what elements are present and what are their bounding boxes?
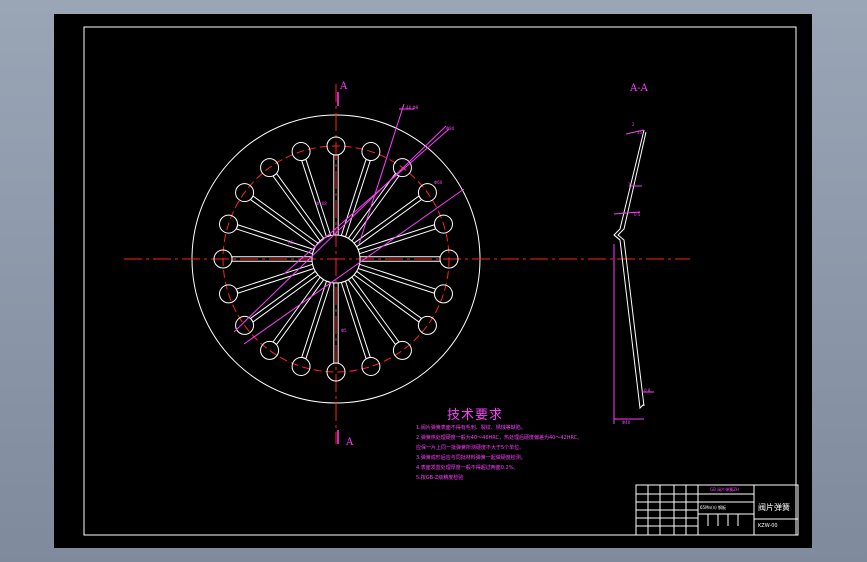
- requirements-title: 技术要求: [447, 408, 504, 423]
- dimension-label: Φ5: [341, 328, 347, 333]
- requirement-item: 应保一片上同一批弹簧所测硬度不大于5个单位。: [416, 445, 525, 451]
- leader-lines: [233, 103, 465, 345]
- petal-slot: [301, 158, 332, 238]
- dimension-label: 1: [628, 182, 631, 187]
- dimension-label: 0.5: [634, 212, 641, 217]
- petal-slot: [347, 172, 400, 242]
- dimension-label: Φ60: [434, 180, 443, 185]
- petal-slot: [235, 263, 315, 294]
- title-block-material: 65Mn(n) 钢板: [700, 505, 727, 510]
- petal-end-hole: [291, 356, 311, 376]
- dimension-label: R5: [288, 240, 294, 245]
- section-mark-bottom: A: [346, 437, 354, 448]
- dimension-label: 0.8: [644, 388, 651, 393]
- title-block-reference: GB 阀片弹簧ZH: [710, 487, 739, 492]
- requirement-item: 3.弹簧成形后应与同批材料弹簧一起做硬度检测。: [416, 455, 526, 461]
- requirement-item: 4.表面发蓝处理厚度一般不得超过两面0.2%。: [416, 465, 519, 471]
- petal-slot: [340, 158, 371, 238]
- petal-slot: [347, 276, 400, 346]
- petal-slot: [249, 195, 319, 248]
- drawing-sheet: A A A-A 4X Φ8 Φ80 Φ60 Φ108 R5 Φ5 2 1 0.5…: [54, 14, 812, 548]
- dimension-label: 2: [632, 122, 635, 127]
- petal-end-hole: [433, 284, 453, 304]
- requirement-item: 1.阀片弹簧表面不得有毛刺、裂纹、锈蚀等缺陷。: [416, 425, 526, 431]
- petal-end-hole: [361, 356, 381, 376]
- petal-end-hole: [260, 340, 280, 360]
- dimension-label: Φ108: [316, 201, 327, 206]
- title-block-drawing-code: KZW-00: [758, 523, 778, 529]
- petal-slot: [272, 172, 325, 242]
- petal-end-hole: [392, 340, 412, 360]
- petal-slot: [340, 280, 371, 360]
- requirement-item: 5.按GB-Z级精度检验: [416, 475, 464, 481]
- requirement-item: 2.弹簧热处理硬度一般为40～46HRC，热处理后硬度偏差为40～42HRC。: [416, 435, 583, 441]
- petal-end-hole: [417, 315, 437, 335]
- title-block-part-name: 阀片弹簧: [758, 503, 790, 512]
- section-view-profile: [613, 129, 647, 410]
- section-dimension-lines: [613, 129, 654, 424]
- dimension-label: 4X Φ8: [406, 105, 419, 110]
- petal-slot: [353, 270, 423, 323]
- dimension-label: Φ80: [446, 126, 455, 131]
- section-mark-top: A: [340, 81, 348, 92]
- petal-slot: [249, 270, 319, 323]
- requirements-list: 1.阀片弹簧表面不得有毛刺、裂纹、锈蚀等缺陷。 2.弹簧热处理硬度一般为40～4…: [416, 423, 582, 483]
- dimension-label: Φ40: [622, 420, 631, 425]
- section-view-title: A-A: [630, 83, 648, 94]
- petal-slot: [357, 224, 437, 255]
- petal-slot: [235, 224, 315, 255]
- dimension-label: 35: [637, 130, 643, 135]
- petal-slot: [357, 263, 437, 294]
